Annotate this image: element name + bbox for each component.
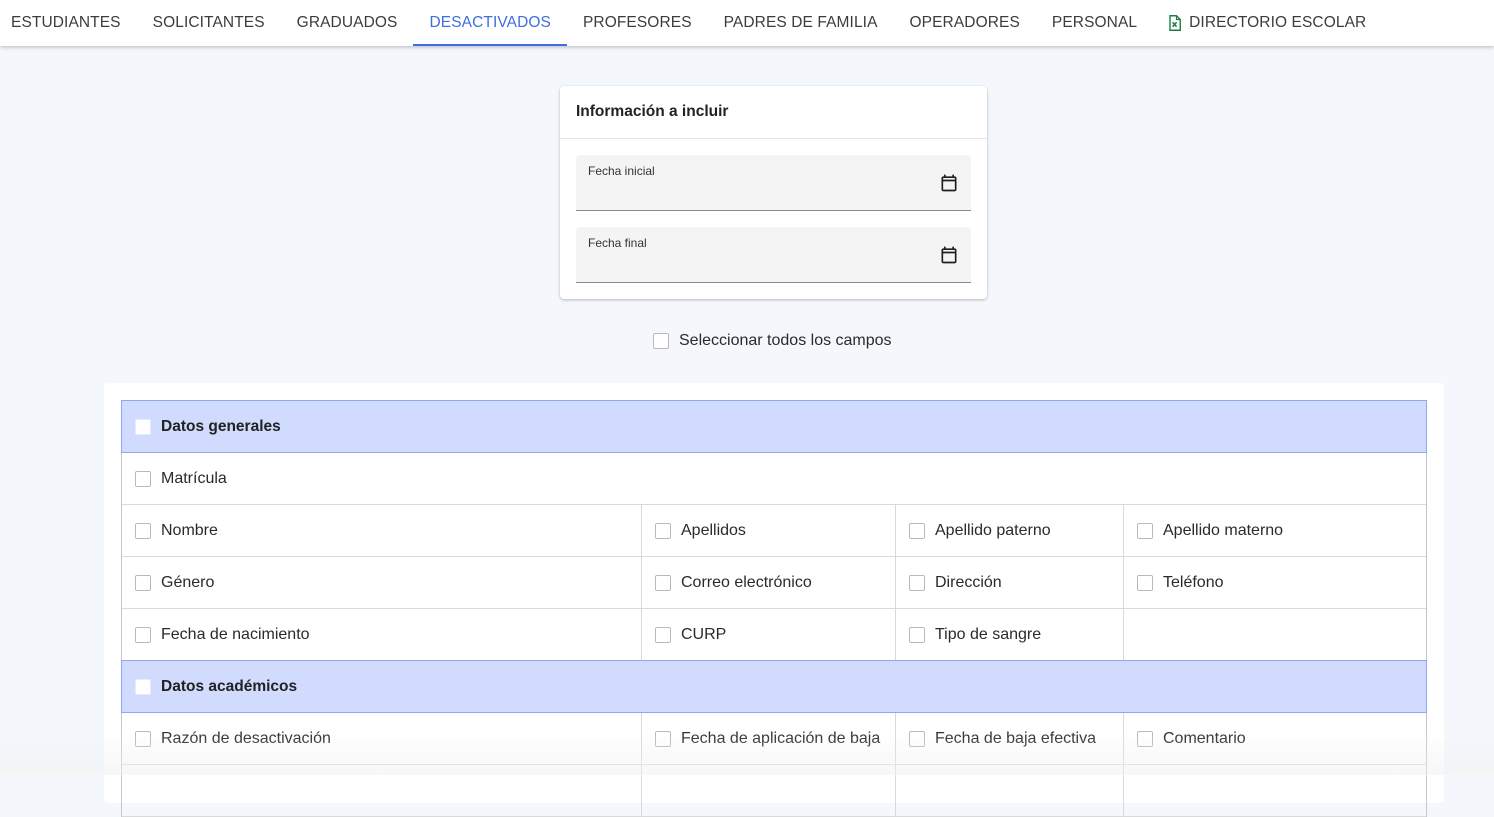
field-label: Fecha de baja efectiva <box>935 729 1096 747</box>
field-row: Fecha de nacimiento CURP Tipo de sangre <box>122 609 1426 661</box>
tab-solicitantes[interactable]: SOLICITANTES <box>137 0 281 46</box>
field-checkbox[interactable] <box>1137 574 1153 591</box>
tab-estudiantes[interactable]: ESTUDIANTES <box>0 0 137 46</box>
start-date-field[interactable]: Fecha inicial <box>576 155 971 211</box>
field-checkbox[interactable] <box>1137 730 1153 747</box>
end-date-label: Fecha final <box>588 236 647 250</box>
field-row: Matrícula <box>122 453 1426 505</box>
field-apellido-paterno[interactable]: Apellido paterno <box>896 505 1124 556</box>
field-row: Nombre Apellidos Apellido paterno Apelli… <box>122 505 1426 557</box>
field-checkbox[interactable] <box>655 522 671 539</box>
section-header-academic[interactable]: Datos académicos <box>121 660 1427 713</box>
field-checkbox[interactable] <box>909 626 925 643</box>
tab-label: PROFESORES <box>582 14 692 31</box>
tab-operadores[interactable]: OPERADORES <box>894 0 1036 46</box>
section-general-checkbox[interactable] <box>135 418 151 435</box>
field-label: Correo electrónico <box>681 573 812 591</box>
fields-table: Datos generales Matrícula Nombre Apellid… <box>121 400 1427 817</box>
field-checkbox[interactable] <box>909 730 925 747</box>
tab-graduados[interactable]: GRADUADOS <box>281 0 414 46</box>
field-checkbox[interactable] <box>655 574 671 591</box>
empty-cell <box>1124 609 1426 660</box>
field-label: Razón de desactivación <box>161 729 331 747</box>
select-all-fields[interactable]: Seleccionar todos los campos <box>653 330 892 352</box>
field-checkbox[interactable] <box>655 626 671 643</box>
field-checkbox[interactable] <box>1137 522 1153 539</box>
field-genero[interactable]: Género <box>122 557 642 608</box>
field-checkbox[interactable] <box>135 730 151 747</box>
tab-label: OPERADORES <box>909 14 1020 31</box>
section-academic-checkbox[interactable] <box>135 678 151 695</box>
start-date-label: Fecha inicial <box>588 164 655 178</box>
field-tipo-sangre[interactable]: Tipo de sangre <box>896 609 1124 660</box>
info-card: Información a incluir Fecha inicial Fech… <box>560 86 987 299</box>
tab-desactivados[interactable]: DESACTIVADOS <box>413 0 567 46</box>
field-razon-desactivacion[interactable]: Razón de desactivación <box>122 713 642 764</box>
tab-padres-de-familia[interactable]: PADRES DE FAMILIA <box>708 0 894 46</box>
card-title: Información a incluir <box>560 86 987 139</box>
field-nombre[interactable]: Nombre <box>122 505 642 556</box>
tab-personal[interactable]: PERSONAL <box>1036 0 1153 46</box>
tab-profesores[interactable]: PROFESORES <box>567 0 708 46</box>
tab-label: ESTUDIANTES <box>11 14 121 31</box>
field-checkbox[interactable] <box>135 522 151 539</box>
tab-label: DIRECTORIO ESCOLAR <box>1189 14 1367 31</box>
select-all-label: Seleccionar todos los campos <box>679 332 892 349</box>
field-label: Teléfono <box>1163 573 1224 591</box>
field-direccion[interactable]: Dirección <box>896 557 1124 608</box>
top-tabs: ESTUDIANTES SOLICITANTES GRADUADOS DESAC… <box>0 0 1494 46</box>
select-all-checkbox[interactable] <box>653 333 669 349</box>
field-checkbox[interactable] <box>909 522 925 539</box>
empty-cell <box>122 765 642 816</box>
field-apellido-materno[interactable]: Apellido materno <box>1124 505 1426 556</box>
section-title: Datos generales <box>161 417 281 435</box>
field-label: CURP <box>681 625 727 643</box>
field-fecha-baja-efectiva[interactable]: Fecha de baja efectiva <box>896 713 1124 764</box>
field-label: Fecha de nacimiento <box>161 625 310 643</box>
field-telefono[interactable]: Teléfono <box>1124 557 1426 608</box>
field-row: Género Correo electrónico Dirección Telé… <box>122 557 1426 609</box>
field-checkbox[interactable] <box>135 626 151 643</box>
section-title: Datos académicos <box>161 677 298 695</box>
field-label: Apellido paterno <box>935 521 1051 539</box>
field-row <box>122 765 1426 817</box>
field-row: Razón de desactivación Fecha de aplicaci… <box>122 713 1426 765</box>
field-label: Matrícula <box>161 469 227 487</box>
empty-cell <box>642 765 896 816</box>
field-checkbox[interactable] <box>909 574 925 591</box>
field-comentario[interactable]: Comentario <box>1124 713 1426 764</box>
empty-cell <box>896 765 1124 816</box>
field-label: Nombre <box>161 521 218 539</box>
field-correo[interactable]: Correo electrónico <box>642 557 896 608</box>
field-matricula[interactable]: Matrícula <box>122 453 1426 504</box>
tab-label: PERSONAL <box>1051 14 1138 31</box>
calendar-icon[interactable] <box>939 173 959 193</box>
field-label: Tipo de sangre <box>935 625 1042 643</box>
tab-label: SOLICITANTES <box>152 14 265 31</box>
field-label: Género <box>161 573 215 591</box>
field-label: Apellido materno <box>1163 521 1284 539</box>
field-label: Comentario <box>1163 729 1246 747</box>
field-apellidos[interactable]: Apellidos <box>642 505 896 556</box>
field-checkbox[interactable] <box>135 470 151 487</box>
field-label: Apellidos <box>681 521 746 539</box>
field-checkbox[interactable] <box>655 730 671 747</box>
field-checkbox[interactable] <box>135 574 151 591</box>
excel-file-icon <box>1169 15 1182 31</box>
tab-label: DESACTIVADOS <box>429 14 551 31</box>
field-fecha-nacimiento[interactable]: Fecha de nacimiento <box>122 609 642 660</box>
empty-cell <box>1124 765 1426 816</box>
field-label: Fecha de aplicación de baja <box>681 729 881 747</box>
field-curp[interactable]: CURP <box>642 609 896 660</box>
tab-directorio-escolar[interactable]: DIRECTORIO ESCOLAR <box>1153 0 1382 46</box>
field-fecha-aplicacion-baja[interactable]: Fecha de aplicación de baja <box>642 713 896 764</box>
field-label: Dirección <box>935 573 1002 591</box>
end-date-field[interactable]: Fecha final <box>576 227 971 283</box>
tab-label: GRADUADOS <box>296 14 398 31</box>
section-header-general[interactable]: Datos generales <box>121 400 1427 453</box>
calendar-icon[interactable] <box>939 245 959 265</box>
tab-label: PADRES DE FAMILIA <box>723 14 878 31</box>
